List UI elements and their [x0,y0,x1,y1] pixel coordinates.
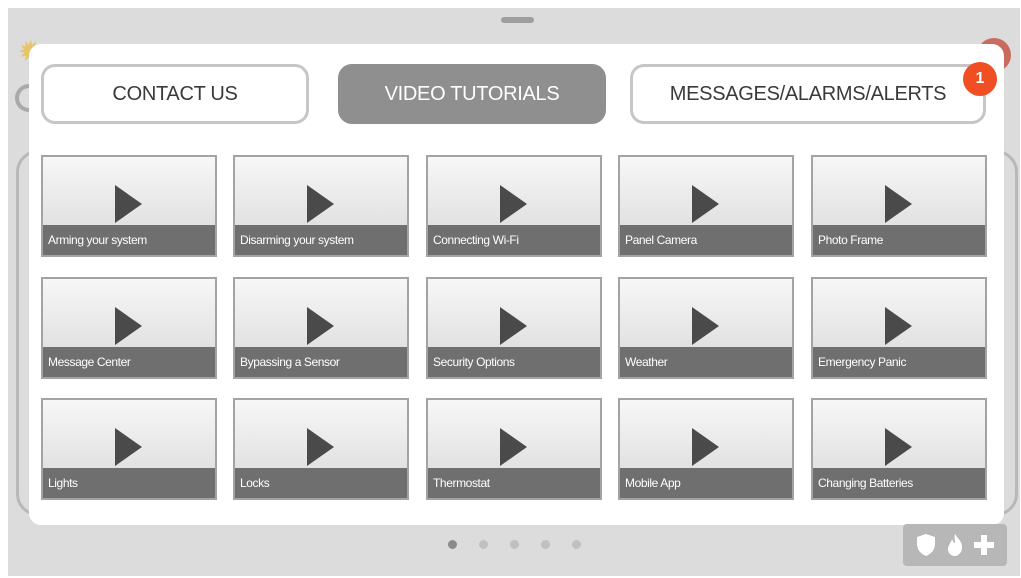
medical-cross-icon [972,533,996,557]
video-title: Lights [43,468,215,498]
video-title: Message Center [43,347,215,377]
video-title: Thermostat [428,468,600,498]
video-tile[interactable]: Security Options [426,277,602,379]
tab-messages-alarms-alerts[interactable]: MESSAGES/ALARMS/ALERTS [630,64,986,124]
play-icon [115,428,142,466]
play-icon [692,185,719,223]
play-icon [307,185,334,223]
emergency-status-panel[interactable] [903,524,1007,566]
video-title: Connecting Wi-Fi [428,225,600,255]
play-icon [885,307,912,345]
video-tile[interactable]: Emergency Panic [811,277,987,379]
video-title: Changing Batteries [813,468,985,498]
video-tile[interactable]: Bypassing a Sensor [233,277,409,379]
play-icon [307,428,334,466]
play-icon [692,428,719,466]
play-icon [885,428,912,466]
page-dot[interactable] [479,540,488,549]
video-tile[interactable]: Disarming your system [233,155,409,257]
play-icon [692,307,719,345]
drawer-handle[interactable] [501,17,534,23]
video-tile[interactable]: Panel Camera [618,155,794,257]
video-tile[interactable]: Changing Batteries [811,398,987,500]
video-title: Security Options [428,347,600,377]
video-tile[interactable]: Arming your system [41,155,217,257]
video-title: Bypassing a Sensor [235,347,407,377]
video-tile[interactable]: Weather [618,277,794,379]
video-title: Photo Frame [813,225,985,255]
video-title: Mobile App [620,468,792,498]
page-dot[interactable] [448,540,457,549]
video-title: Weather [620,347,792,377]
page-indicator [448,540,581,549]
play-icon [500,428,527,466]
messages-count-badge: 1 [963,62,997,96]
video-title: Panel Camera [620,225,792,255]
tab-video-tutorials[interactable]: VIDEO TUTORIALS [338,64,606,124]
video-title: Locks [235,468,407,498]
video-tile[interactable]: Mobile App [618,398,794,500]
play-icon [885,185,912,223]
video-title: Arming your system [43,225,215,255]
play-icon [500,307,527,345]
video-tile[interactable]: Thermostat [426,398,602,500]
video-tile[interactable]: Photo Frame [811,155,987,257]
play-icon [307,307,334,345]
video-tile[interactable]: Connecting Wi-Fi [426,155,602,257]
page-dot[interactable] [541,540,550,549]
play-icon [115,185,142,223]
fire-icon [943,533,967,557]
play-icon [115,307,142,345]
help-modal: CONTACT US VIDEO TUTORIALS MESSAGES/ALAR… [29,44,1004,525]
video-title: Emergency Panic [813,347,985,377]
page-dot[interactable] [510,540,519,549]
video-tile[interactable]: Lights [41,398,217,500]
shield-icon [914,533,938,557]
page-dot[interactable] [572,540,581,549]
video-tile[interactable]: Message Center [41,277,217,379]
tab-contact-us[interactable]: CONTACT US [41,64,309,124]
video-title: Disarming your system [235,225,407,255]
video-tile[interactable]: Locks [233,398,409,500]
play-icon [500,185,527,223]
